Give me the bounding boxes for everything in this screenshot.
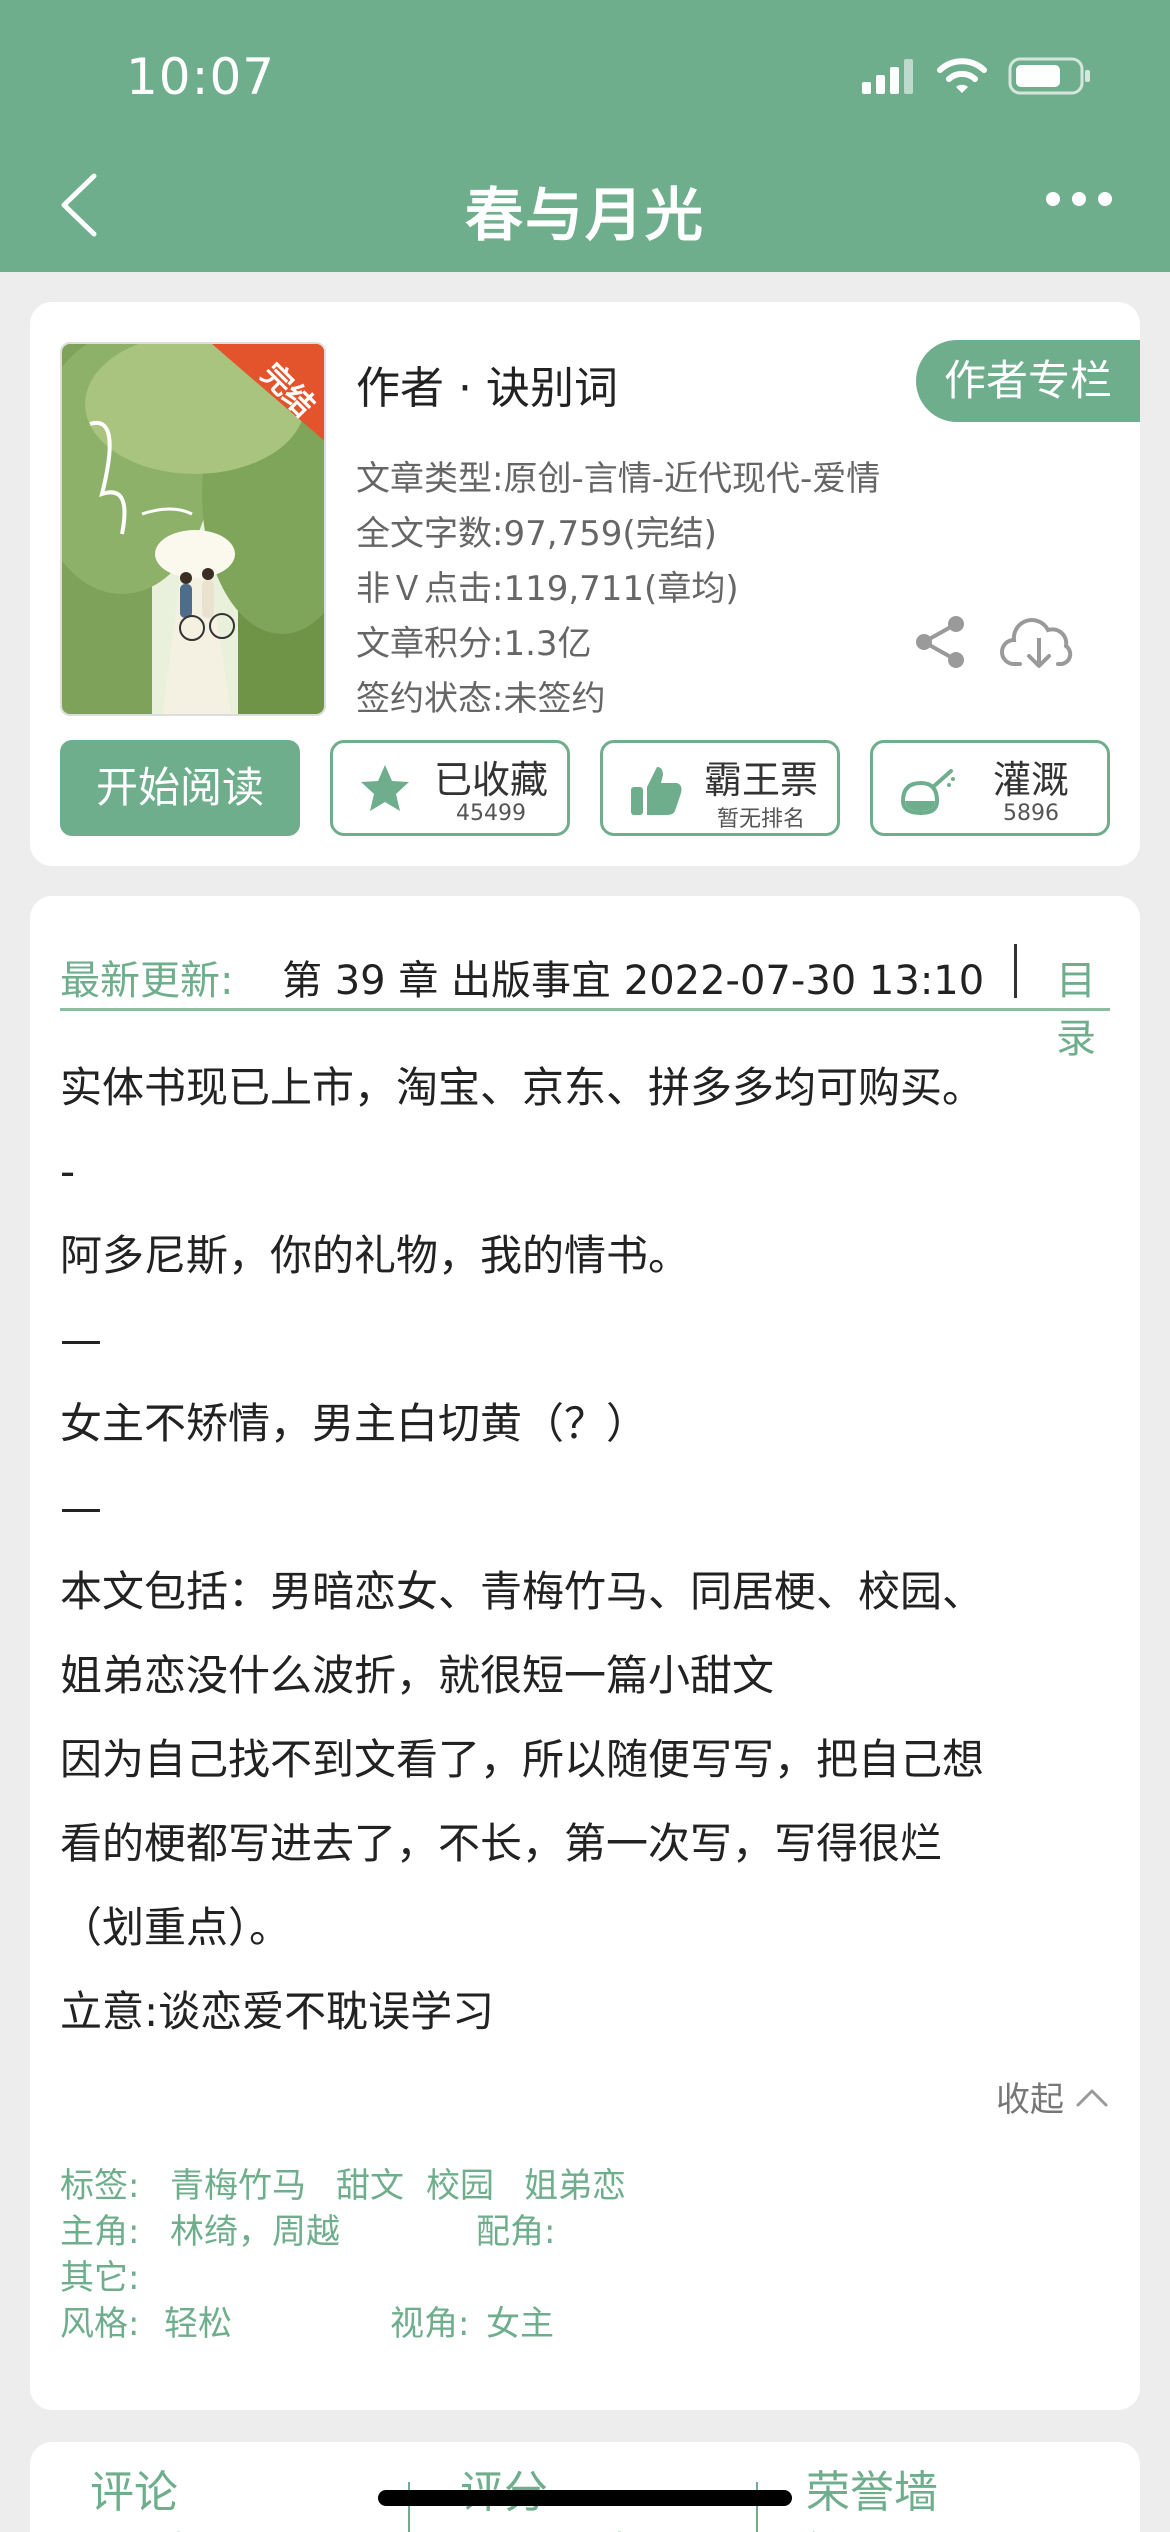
tag-item[interactable]: 甜文 (336, 2158, 404, 2207)
chevron-up-icon (1076, 2089, 1108, 2106)
intro-line: — (60, 1483, 102, 1532)
more-menu-icon[interactable] (1046, 192, 1112, 206)
other-row: 其它: (60, 2250, 1110, 2298)
other-label: 其它: (60, 2258, 140, 2298)
collapse-label: 收起 (996, 2080, 1064, 2120)
water-label: 灌溉 (992, 758, 1069, 802)
share-icon[interactable] (910, 612, 970, 672)
home-indicator[interactable] (378, 2490, 792, 2506)
watering-can-icon (900, 769, 955, 816)
rating-value: 9.8分 968人 (460, 2522, 635, 2532)
author-name[interactable]: 作者 · 诀别词 (356, 352, 618, 416)
book-meta: 文章类型:原创-言情-近代现代-爱情 全文字数:97,759(完结) 非Ｖ点击:… (356, 452, 880, 727)
tags-label: 标签: (60, 2166, 140, 2206)
book-intro: 实体书现已上市，淘宝、京东、拼多多均可购买。 - 阿多尼斯，你的礼物，我的情书。… (60, 1046, 1110, 2054)
book-info-card: 完结 作者 · 诀别词 作者专栏 文章类型:原创-言情-近代现代-爱情 全文字数… (30, 302, 1140, 866)
meta-sign-status: 签约状态:未签约 (356, 679, 606, 719)
comments-title: 评论 (90, 2467, 178, 2518)
book-cover[interactable]: 完结 (60, 342, 326, 716)
pov-value: 女主 (486, 2304, 554, 2344)
intro-line: - (60, 1147, 76, 1196)
meta-type: 文章类型:原创-言情-近代现代-爱情 (356, 459, 881, 499)
page-title: 春与月光 (464, 181, 705, 249)
protagonist-value: 林绮，周越 (170, 2212, 340, 2252)
ticket-rank: 暂无排名 (716, 807, 805, 832)
favorite-label: 已收藏 (433, 758, 548, 802)
divider (60, 1008, 1110, 1011)
honor-wall-stat[interactable]: 荣誉墙 暂无 (806, 2456, 938, 2532)
pov-label: 视角: (390, 2304, 470, 2344)
cloud-download-icon[interactable] (1000, 608, 1078, 674)
status-time: 10:07 (126, 48, 276, 106)
intro-line: （划重点）。 (60, 1903, 292, 1952)
meta-clicks: 非Ｖ点击:119,711(章均) (356, 569, 739, 609)
honor-wall-value: 暂无 (806, 2522, 938, 2532)
comments-stat[interactable]: 评论 3632条 (90, 2456, 196, 2532)
intro-line: 阿多尼斯，你的礼物，我的情书。 (60, 1231, 691, 1280)
rating-title: 评分 (460, 2456, 635, 2520)
intro-card: 最新更新: 第 39 章 出版事宜 2022-07-30 13:10:26 目录… (30, 896, 1140, 2410)
start-reading-button[interactable]: 开始阅读 (60, 740, 300, 836)
latest-update-row[interactable]: 最新更新: 第 39 章 出版事宜 2022-07-30 13:10:26 目录 (60, 930, 1110, 1062)
app-header: 10:07 春与月光 (0, 0, 1170, 272)
intro-line: 女主不矫情，男主白切黄（？） (60, 1399, 649, 1448)
tags-row: 标签: 青梅竹马 甜文 校园 姐弟恋 (60, 2158, 1110, 2207)
protagonist-label: 主角: (60, 2212, 140, 2252)
style-row: 风格: 轻松 视角: 女主 (60, 2296, 1110, 2344)
wifi-icon (937, 58, 987, 93)
book-actions: 开始阅读 已收藏 45499 霸王票 暂无排名 灌溉 5896 (60, 740, 1110, 836)
thumbs-up-icon (631, 767, 682, 815)
protagonist-row: 主角: 林绮，周越 配角: (60, 2204, 1110, 2252)
intro-line: 看的梗都写进去了，不长，第一次写，写得很烂 (60, 1819, 943, 1868)
intro-line: 本文包括：男暗恋女、青梅竹马、同居梗、校园、 (60, 1567, 985, 1616)
meta-score: 文章积分:1.3亿 (356, 624, 592, 664)
intro-line: — (60, 1315, 102, 1364)
water-count: 5896 (1003, 801, 1059, 826)
favorite-count: 45499 (456, 801, 526, 826)
intro-line: 立意:谈恋爱不耽误学习 (60, 1987, 495, 2036)
cellular-signal-icon (862, 59, 913, 94)
supporting-label: 配角: (476, 2212, 556, 2252)
intro-line: 因为自己找不到文看了，所以随便写写，把自己想 (60, 1735, 985, 1784)
stats-card: 评论 3632条 评分 9.8分 968人 荣誉墙 暂无 (30, 2442, 1140, 2532)
meta-word-count: 全文字数:97,759(完结) (356, 514, 717, 554)
tag-item[interactable]: 青梅竹马 (170, 2158, 306, 2207)
collapse-button[interactable]: 收起 (996, 2072, 1110, 2121)
tags-section: 标签: 青梅竹马 甜文 校园 姐弟恋 主角: 林绮，周越 配角: 其它: 风格:… (60, 2158, 1110, 2344)
style-value: 轻松 (164, 2304, 232, 2344)
status-icons (860, 56, 1092, 96)
author-column-button[interactable]: 作者专栏 (915, 340, 1140, 422)
divider (1014, 944, 1017, 998)
tag-item[interactable]: 校园 (426, 2158, 494, 2207)
ticket-button[interactable]: 霸王票 暂无排名 (600, 740, 840, 836)
battery-icon (1008, 57, 1090, 95)
style-label: 风格: (60, 2304, 140, 2344)
latest-update-chapter[interactable]: 第 39 章 出版事宜 2022-07-30 13:10:26 (282, 948, 986, 1006)
intro-line: 实体书现已上市，淘宝、京东、拼多多均可购买。 (60, 1063, 985, 1112)
star-icon (361, 765, 409, 811)
tag-item[interactable]: 姐弟恋 (524, 2158, 626, 2207)
favorite-button[interactable]: 已收藏 45499 (330, 740, 570, 836)
honor-wall-title: 荣誉墙 (806, 2467, 938, 2518)
comments-count: 3632条 (90, 2522, 196, 2532)
latest-update-label: 最新更新: (60, 958, 234, 1004)
ticket-label: 霸王票 (703, 758, 818, 802)
water-button[interactable]: 灌溉 5896 (870, 740, 1110, 836)
intro-line: 姐弟恋没什么波折，就很短一篇小甜文 (60, 1651, 775, 1700)
